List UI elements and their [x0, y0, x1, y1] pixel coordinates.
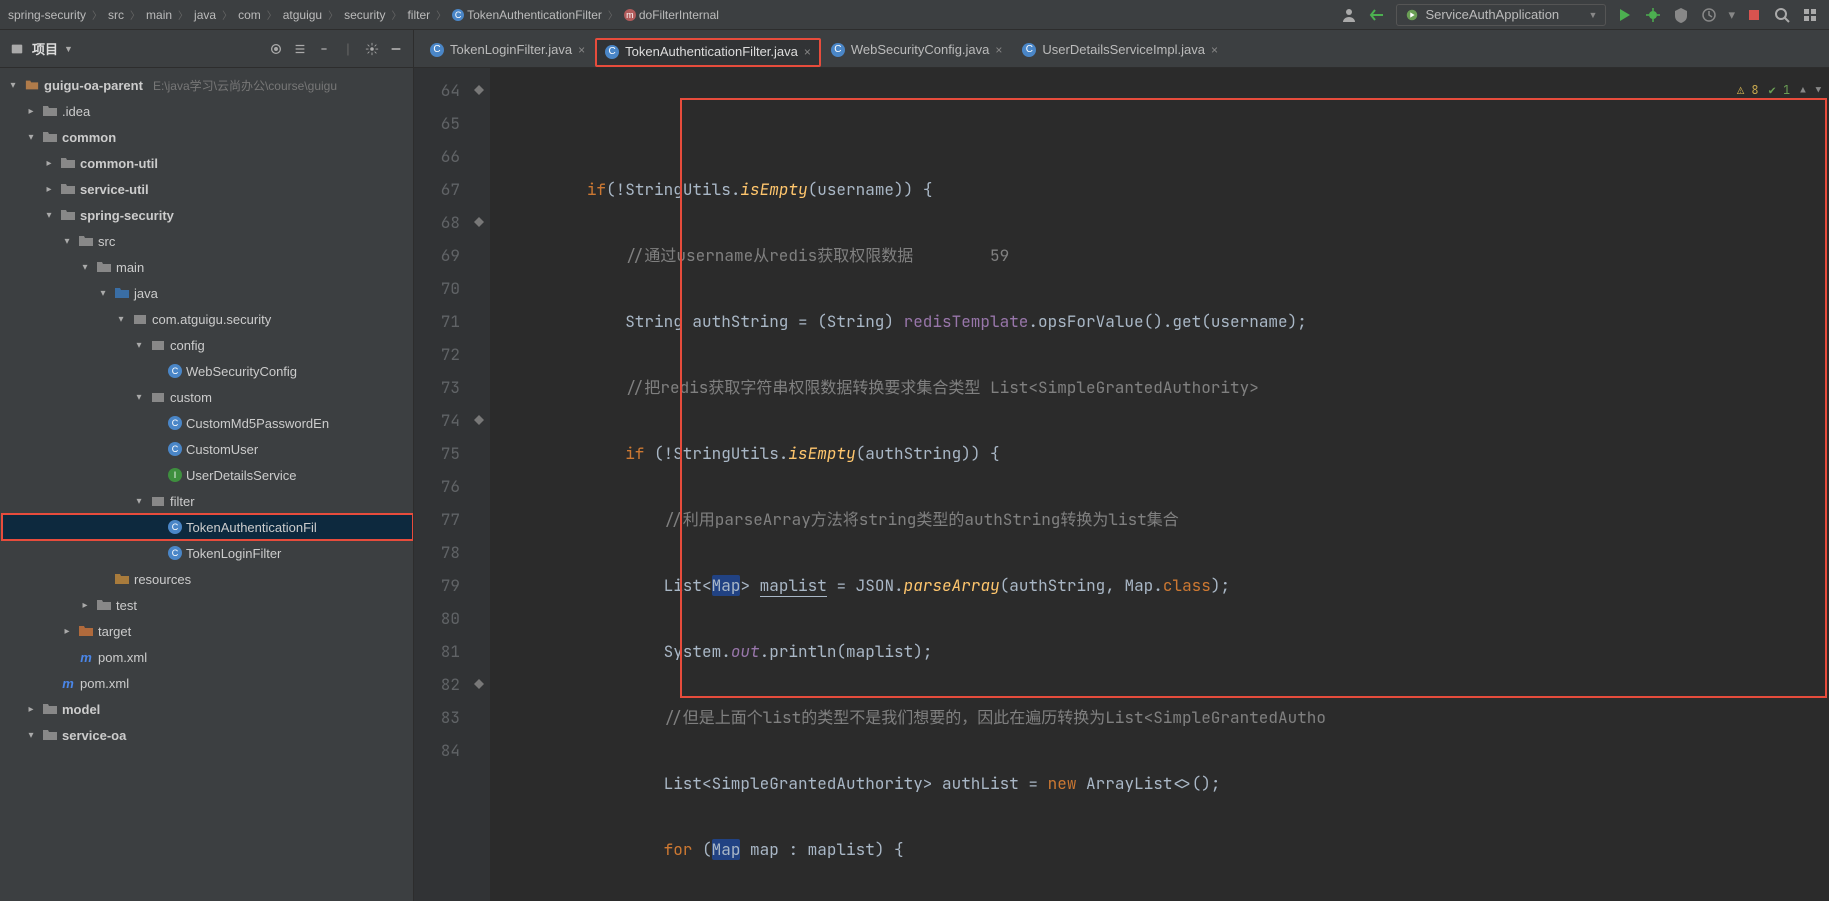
tab-label: WebSecurityConfig.java [851, 42, 990, 57]
editor-tabs: C TokenLoginFilter.java × C TokenAuthent… [414, 30, 1829, 67]
class-icon: C [168, 364, 182, 378]
tree-customuser[interactable]: ▸CCustomUser [2, 436, 413, 462]
tree-common-util[interactable]: ▸common-util [2, 150, 413, 176]
tab-tokenloginfilter[interactable]: C TokenLoginFilter.java × [420, 36, 595, 67]
class-icon: C [168, 546, 182, 560]
search-icon[interactable] [1773, 6, 1791, 24]
crumb-security[interactable]: security [340, 6, 389, 24]
tree-target[interactable]: ▸target [2, 618, 413, 644]
tree-main[interactable]: ▾main [2, 254, 413, 280]
close-icon[interactable]: × [578, 43, 585, 57]
tab-label: TokenAuthenticationFilter.java [625, 44, 798, 59]
hide-icon[interactable] [387, 40, 405, 58]
close-icon[interactable]: × [995, 43, 1002, 57]
tree-websecurityconfig[interactable]: ▸CWebSecurityConfig [2, 358, 413, 384]
close-icon[interactable]: × [1211, 43, 1218, 57]
java-class-icon: C [605, 45, 619, 59]
java-class-icon: C [1022, 43, 1036, 57]
tree-pom2[interactable]: ▸mpom.xml [2, 670, 413, 696]
class-icon: C [168, 520, 182, 534]
crumb-com[interactable]: com [234, 6, 265, 24]
code-area[interactable]: ⚠ 8 ✔ 1 ▲▼ if(!StringUtils.isEmpty(usern… [490, 68, 1829, 901]
tree-spring-security[interactable]: ▾spring-security [2, 202, 413, 228]
tree-resources[interactable]: ▸resources [2, 566, 413, 592]
crumb-java[interactable]: java [190, 6, 220, 24]
crumb-method[interactable]: mdoFilterInternal [620, 6, 723, 24]
tree-model[interactable]: ▸model [2, 696, 413, 722]
top-toolbar: spring-security〉 src〉 main〉 java〉 com〉 a… [0, 0, 1829, 30]
breadcrumb: spring-security〉 src〉 main〉 java〉 com〉 a… [4, 6, 1336, 24]
project-view-icon[interactable] [8, 40, 26, 58]
crumb-atguigu[interactable]: atguigu [279, 6, 326, 24]
build-icon[interactable] [1616, 6, 1634, 24]
crumb-main[interactable]: main [142, 6, 176, 24]
gear-icon[interactable] [363, 40, 381, 58]
back-arrow-icon[interactable] [1368, 6, 1386, 24]
crumb-src[interactable]: src [104, 6, 128, 24]
tab-label: TokenLoginFilter.java [450, 42, 572, 57]
tree-test[interactable]: ▸test [2, 592, 413, 618]
expand-all-icon[interactable] [291, 40, 309, 58]
java-class-icon: C [831, 43, 845, 57]
coverage-icon[interactable] [1672, 6, 1690, 24]
settings-icon[interactable] [1801, 6, 1819, 24]
run-config-label: ServiceAuthApplication [1425, 7, 1559, 22]
tree-java[interactable]: ▾java [2, 280, 413, 306]
crumb-filter[interactable]: filter [403, 6, 434, 24]
tree-package[interactable]: ▾com.atguigu.security [2, 306, 413, 332]
inspection-summary[interactable]: ⚠ 8 ✔ 1 ▲▼ [1737, 74, 1821, 107]
tree-pom1[interactable]: ▸mpom.xml [2, 644, 413, 670]
code-editor[interactable]: 6465666768697071727374757677787980818283… [414, 68, 1829, 901]
locate-icon[interactable] [267, 40, 285, 58]
tab-userdetailsimpl[interactable]: C UserDetailsServiceImpl.java × [1012, 36, 1228, 67]
user-icon[interactable] [1340, 6, 1358, 24]
project-label[interactable]: 项目▼ [32, 39, 73, 58]
run-config-selector[interactable]: ServiceAuthApplication ▼ [1396, 4, 1606, 26]
java-class-icon: C [430, 43, 444, 57]
stop-icon[interactable] [1745, 6, 1763, 24]
line-gutter: 6465666768697071727374757677787980818283… [414, 68, 470, 901]
tree-tokenauthfilter[interactable]: ▸CTokenAuthenticationFil [2, 514, 413, 540]
tree-service-util[interactable]: ▸service-util [2, 176, 413, 202]
tree-config[interactable]: ▾config [2, 332, 413, 358]
divider-icon: | [339, 40, 357, 58]
project-toolwindow-header: 项目▼ | [0, 30, 414, 67]
project-tree[interactable]: ▾guigu-oa-parentE:\java学习\云尚办公\course\gu… [0, 68, 414, 901]
tab-label: UserDetailsServiceImpl.java [1042, 42, 1205, 57]
marker-gutter [470, 68, 490, 901]
tree-service-oa[interactable]: ▾service-oa [2, 722, 413, 748]
tree-tokenloginfilter[interactable]: ▸CTokenLoginFilter [2, 540, 413, 566]
tree-custom[interactable]: ▾custom [2, 384, 413, 410]
tree-uds[interactable]: ▸IUserDetailsService [2, 462, 413, 488]
class-icon: C [168, 416, 182, 430]
tree-idea[interactable]: ▸.idea [2, 98, 413, 124]
collapse-all-icon[interactable] [315, 40, 333, 58]
tree-root[interactable]: ▾guigu-oa-parentE:\java学习\云尚办公\course\gu… [2, 72, 413, 98]
tree-filter-pkg[interactable]: ▾filter [2, 488, 413, 514]
debug-icon[interactable] [1644, 6, 1662, 24]
close-icon[interactable]: × [804, 45, 811, 59]
tree-src[interactable]: ▾src [2, 228, 413, 254]
tab-tokenauthfilter[interactable]: C TokenAuthenticationFilter.java × [595, 38, 821, 67]
interface-icon: I [168, 468, 182, 482]
crumb-class[interactable]: CTokenAuthenticationFilter [448, 6, 606, 24]
tree-common[interactable]: ▾common [2, 124, 413, 150]
class-icon: C [168, 442, 182, 456]
tab-websecurityconfig[interactable]: C WebSecurityConfig.java × [821, 36, 1013, 67]
tree-md5[interactable]: ▸CCustomMd5PasswordEn [2, 410, 413, 436]
crumb-module[interactable]: spring-security [4, 6, 90, 24]
profile-icon[interactable] [1700, 6, 1718, 24]
